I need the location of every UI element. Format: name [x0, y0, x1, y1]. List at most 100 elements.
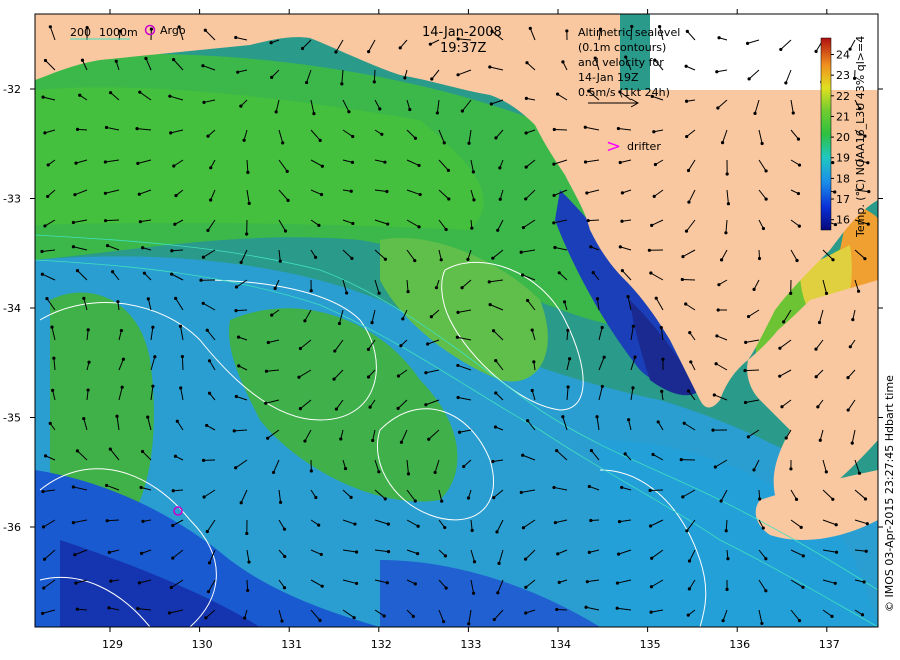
velocity-arrow-head: [846, 408, 850, 412]
velocity-arrow-head: [120, 385, 124, 389]
velocity-arrow-head: [283, 554, 287, 559]
velocity-arrow-head: [764, 557, 768, 561]
velocity-arrow-head: [457, 430, 462, 434]
velocity-arrow-head: [380, 132, 384, 136]
velocity-arrow-head: [205, 423, 209, 428]
velocity-arrow-head: [286, 198, 290, 202]
velocity-arrow-head: [74, 161, 78, 165]
velocity-arrow-head: [319, 552, 323, 557]
velocity-arrow-head: [492, 617, 496, 622]
velocity-arrow-head: [42, 586, 46, 590]
velocity-arrow-head: [830, 614, 834, 618]
velocity-arrow-head: [525, 61, 529, 65]
velocity-arrow-head: [561, 60, 565, 64]
velocity-arrow-head: [795, 258, 799, 263]
velocity-arrow-head: [367, 50, 371, 54]
velocity-arrow-head: [752, 287, 756, 291]
velocity-arrow-head: [494, 391, 498, 395]
argo-legend-label: Argo: [160, 24, 186, 37]
velocity-arrow-head: [247, 201, 251, 205]
velocity-arrow-head: [75, 449, 80, 453]
velocity-arrow-head: [273, 286, 277, 290]
velocity-arrow-head: [413, 499, 417, 503]
velocity-arrow-head: [681, 495, 685, 499]
drifter-legend-label: drifter: [627, 140, 661, 153]
velocity-arrow-head: [107, 606, 111, 610]
velocity-arrow-head: [271, 470, 276, 475]
velocity-arrow-head: [234, 466, 238, 470]
velocity-arrow-head: [682, 421, 686, 425]
velocity-arrow-head: [351, 221, 355, 226]
velocity-arrow-head: [491, 256, 495, 260]
velocity-arrow-head: [719, 258, 724, 262]
velocity-arrow-head: [824, 470, 828, 474]
velocity-arrow-head: [169, 585, 173, 590]
velocity-arrow-head: [110, 270, 115, 274]
velocity-arrow-head: [178, 324, 183, 328]
sst-map: 129 130 131 132 133 134 135 136 137 -32 -33 -34 -35…: [3, 9, 896, 651]
velocity-arrow-head: [654, 296, 658, 300]
velocity-arrow-head: [41, 525, 46, 529]
velocity-arrow-head: [406, 290, 410, 294]
velocity-arrow-head: [566, 385, 570, 389]
velocity-arrow-head: [860, 613, 865, 617]
velocity-arrow-head: [429, 315, 433, 319]
velocity-arrow-head: [179, 386, 183, 390]
velocity-arrow-head: [780, 405, 784, 409]
velocity-arrow-head: [413, 136, 418, 140]
velocity-arrow-head: [201, 64, 205, 68]
velocity-arrow-head: [650, 223, 654, 227]
lon-tick-label: 130: [192, 638, 213, 651]
velocity-arrow-head: [424, 371, 428, 375]
velocity-arrow-head: [615, 606, 619, 610]
velocity-arrow-head: [234, 309, 238, 313]
velocity-arrow-head: [446, 168, 450, 172]
velocity-arrow-head: [236, 335, 241, 339]
velocity-arrow-head: [320, 584, 324, 588]
velocity-arrow-head: [680, 277, 684, 282]
velocity-arrow-head: [75, 607, 79, 611]
velocity-arrow-head: [460, 286, 464, 290]
velocity-arrow-head: [586, 218, 590, 223]
velocity-arrow-head: [525, 298, 530, 303]
velocity-arrow-head: [684, 64, 688, 68]
velocity-arrow-head: [686, 168, 691, 173]
velocity-arrow-head: [799, 525, 803, 529]
velocity-arrow-head: [141, 246, 145, 250]
velocity-arrow-head: [717, 36, 721, 40]
velocity-arrow-head: [863, 257, 867, 261]
velocity-arrow-head: [51, 388, 55, 392]
map-time: 19:37Z: [440, 41, 486, 56]
velocity-arrow-head: [713, 465, 717, 469]
velocity-arrow-head: [552, 485, 556, 490]
velocity-arrow-head: [791, 111, 795, 115]
velocity-arrow-head: [686, 613, 690, 617]
velocity-arrow: [105, 219, 120, 222]
velocity-arrow-head: [439, 258, 443, 262]
velocity-arrow-head: [587, 550, 591, 554]
velocity-arrow-head: [744, 340, 748, 344]
velocity-arrow-head: [43, 58, 48, 63]
velocity-arrow-head: [119, 328, 124, 333]
velocity-arrow-head: [779, 47, 783, 52]
velocity-arrow-head: [426, 342, 430, 346]
credit-text: © IMOS 03-Apr-2015 23:27:45 Hdbart time: [883, 375, 896, 612]
velocity-arrow-head: [73, 193, 77, 197]
velocity-arrow-head: [687, 587, 691, 591]
velocity-arrow-head: [631, 386, 635, 390]
velocity-arrow-head: [814, 375, 818, 379]
velocity-arrow-head: [491, 329, 496, 333]
velocity-arrow-head: [105, 244, 110, 248]
velocity-arrow-head: [42, 557, 47, 561]
velocity-arrow-head: [615, 581, 620, 585]
velocity-arrow-head: [863, 497, 868, 501]
velocity-arrow-head: [372, 80, 376, 84]
velocity-arrow-head: [318, 618, 322, 623]
velocity-arrow-head: [647, 248, 651, 252]
velocity-arrow-head: [350, 160, 355, 164]
velocity-arrow-head: [471, 170, 475, 174]
velocity-arrow-head: [266, 340, 270, 345]
velocity-arrow-head: [282, 527, 287, 531]
velocity-arrow-head: [174, 193, 178, 198]
velocity-arrow-head: [552, 193, 556, 198]
